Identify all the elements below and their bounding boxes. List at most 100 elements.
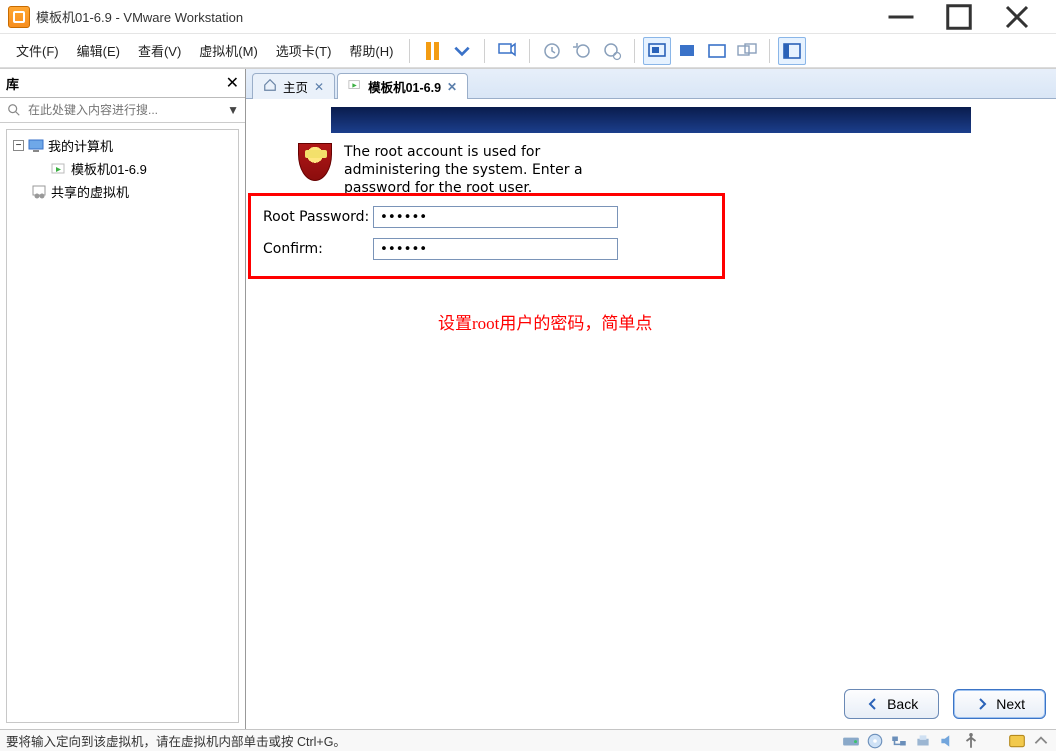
tab-close-button[interactable]: ✕ <box>314 80 324 94</box>
sound-icon[interactable] <box>938 733 956 749</box>
snapshot-manager-button[interactable] <box>598 37 626 65</box>
root-password-input[interactable] <box>373 206 618 228</box>
menu-view[interactable]: 查看(V) <box>130 37 189 64</box>
minimize-button[interactable] <box>886 7 916 27</box>
dropdown-button[interactable] <box>448 37 476 65</box>
monitor-fit-icon <box>647 41 667 61</box>
installer-header-bar <box>331 107 971 133</box>
network-icon[interactable] <box>890 733 908 749</box>
library-header: 库 ✕ <box>0 69 245 98</box>
tabstrip: 主页 ✕ 模板机01-6.9 ✕ <box>246 69 1056 99</box>
menu-vm[interactable]: 虚拟机(M) <box>191 37 266 64</box>
computer-icon <box>28 138 44 154</box>
fullscreen-icon <box>707 41 727 61</box>
separator <box>484 39 485 63</box>
close-button[interactable] <box>1002 7 1032 27</box>
hdd-icon[interactable] <box>842 733 860 749</box>
chevron-down-icon <box>452 41 472 61</box>
tab-vm[interactable]: 模板机01-6.9 ✕ <box>337 73 468 99</box>
library-search: ▼ <box>0 98 245 123</box>
back-button[interactable]: Back <box>844 689 939 719</box>
statusbar: 要将输入定向到该虚拟机，请在虚拟机内部单击或按 Ctrl+G。 <box>0 729 1056 751</box>
separator <box>529 39 530 63</box>
tree-item-vm[interactable]: 模板机01-6.9 <box>9 157 236 180</box>
main-area: 库 ✕ ▼ − 我的计算机 模板机01-6.9 <box>0 68 1056 729</box>
arrow-left-icon <box>865 696 881 712</box>
search-icon <box>6 102 22 118</box>
confirm-label: Confirm: <box>263 241 373 257</box>
message-icon[interactable] <box>1008 733 1026 749</box>
titlebar: 模板机01-6.9 - VMware Workstation <box>0 0 1056 34</box>
monitor-small-icon <box>677 41 697 61</box>
status-tray <box>842 733 1050 749</box>
library-close-button[interactable]: ✕ <box>226 73 239 93</box>
clock-back-icon <box>572 41 592 61</box>
menu-help[interactable]: 帮助(H) <box>341 37 401 64</box>
usb-icon[interactable] <box>962 733 980 749</box>
menubar: 文件(F) 编辑(E) 查看(V) 虚拟机(M) 选项卡(T) 帮助(H) <box>0 34 1056 68</box>
arrow-right-icon <box>974 696 990 712</box>
separator <box>634 39 635 63</box>
pause-icon <box>426 42 439 60</box>
shared-icon <box>31 184 47 200</box>
menu-edit[interactable]: 编辑(E) <box>69 37 128 64</box>
library-title: 库 <box>6 74 19 93</box>
root-description-text: The root account is used for administeri… <box>344 143 634 198</box>
next-label: Next <box>996 696 1025 712</box>
vmware-icon <box>8 6 30 28</box>
library-tree: − 我的计算机 模板机01-6.9 共享的虚拟机 <box>6 129 239 723</box>
vm-running-icon <box>51 161 67 177</box>
menu-tabs[interactable]: 选项卡(T) <box>268 37 340 64</box>
tree-root-my-computer[interactable]: − 我的计算机 <box>9 134 236 157</box>
tab-close-button[interactable]: ✕ <box>447 80 457 94</box>
clock-icon <box>542 41 562 61</box>
annotation-text: 设置root用户的密码，简单点 <box>438 309 652 334</box>
printer-icon[interactable] <box>914 733 932 749</box>
cd-icon[interactable] <box>866 733 884 749</box>
window-controls <box>886 7 1048 27</box>
expand-icon[interactable] <box>1032 733 1050 749</box>
fit-window-button[interactable] <box>643 37 671 65</box>
confirm-row: Confirm: <box>263 238 710 260</box>
root-password-form-highlight: Root Password: Confirm: <box>248 193 725 279</box>
unity-button[interactable] <box>733 37 761 65</box>
fullscreen-button[interactable] <box>703 37 731 65</box>
status-text: 要将输入定向到该虚拟机，请在虚拟机内部单击或按 Ctrl+G。 <box>6 731 346 750</box>
library-search-dropdown[interactable]: ▼ <box>227 103 239 117</box>
maximize-button[interactable] <box>944 7 974 27</box>
installer-nav-buttons: Back Next <box>844 689 1046 719</box>
shield-icon <box>298 143 332 181</box>
vm-icon <box>348 78 362 95</box>
library-search-input[interactable] <box>28 103 227 117</box>
tree-root-label: 我的计算机 <box>48 136 113 155</box>
library-sidebar: 库 ✕ ▼ − 我的计算机 模板机01-6.9 <box>0 69 246 729</box>
tree-item-label: 模板机01-6.9 <box>71 159 147 178</box>
guest-console[interactable]: The root account is used for administeri… <box>246 99 1056 729</box>
root-password-label: Root Password: <box>263 209 373 225</box>
separator <box>409 39 410 63</box>
tab-label: 主页 <box>283 77 308 96</box>
menu-file[interactable]: 文件(F) <box>8 37 67 64</box>
confirm-input[interactable] <box>373 238 618 260</box>
content-area: 主页 ✕ 模板机01-6.9 ✕ The root account is use… <box>246 69 1056 729</box>
console-view-button[interactable] <box>673 37 701 65</box>
revert-snapshot-button[interactable] <box>568 37 596 65</box>
pause-button[interactable] <box>418 37 446 65</box>
tree-shared-vms[interactable]: 共享的虚拟机 <box>9 180 236 203</box>
root-password-row: Root Password: <box>263 206 710 228</box>
window-title: 模板机01-6.9 - VMware Workstation <box>36 7 243 26</box>
collapse-icon[interactable]: − <box>13 140 24 151</box>
back-label: Back <box>887 696 918 712</box>
home-icon <box>263 78 277 95</box>
send-ctrl-alt-del-button[interactable] <box>493 37 521 65</box>
tab-label: 模板机01-6.9 <box>368 77 441 96</box>
root-description-row: The root account is used for administeri… <box>298 143 634 198</box>
library-button[interactable] <box>778 37 806 65</box>
monitors-icon <box>737 41 757 61</box>
tab-home[interactable]: 主页 ✕ <box>252 73 335 99</box>
sidebar-icon <box>782 41 802 61</box>
next-button[interactable]: Next <box>953 689 1046 719</box>
snapshot-button[interactable] <box>538 37 566 65</box>
monitor-icon <box>497 41 517 61</box>
tree-shared-label: 共享的虚拟机 <box>51 182 129 201</box>
